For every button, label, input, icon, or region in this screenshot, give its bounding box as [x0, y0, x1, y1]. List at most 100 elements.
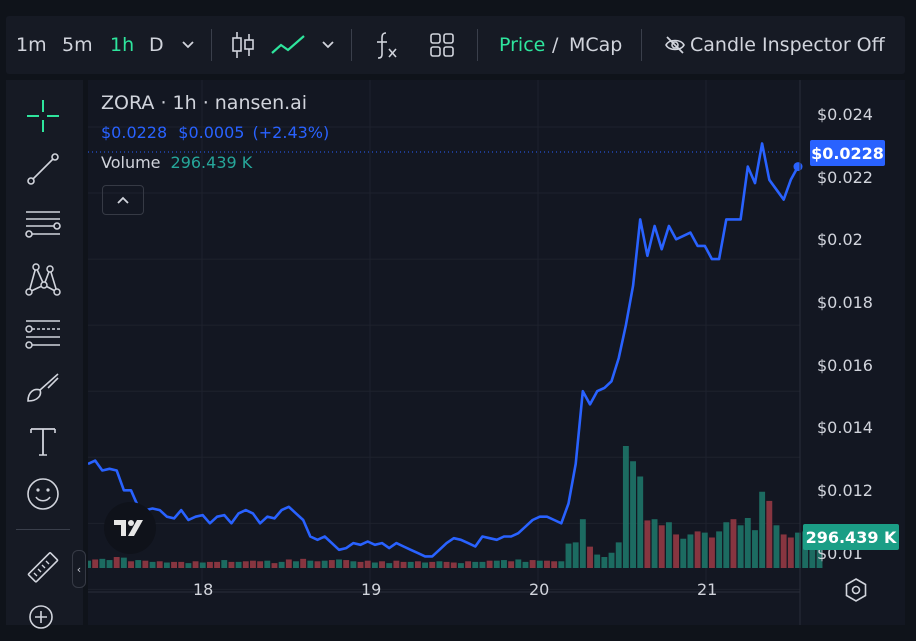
- legend-change: $0.0005: [178, 123, 245, 142]
- volume-bar: [88, 560, 91, 568]
- volume-bar: [780, 534, 787, 568]
- volume-bar: [701, 532, 708, 568]
- chart-toolbar: 1m 5m 1h D Price / MCap Candle Inspector…: [6, 16, 905, 74]
- volume-bar: [214, 561, 221, 568]
- volume-bar: [278, 561, 285, 568]
- hexagon-settings-icon: [845, 578, 867, 602]
- toolbar-divider: [16, 529, 70, 530]
- time-axis-settings-button[interactable]: [842, 576, 870, 604]
- volume-bar: [142, 560, 149, 568]
- line-chart-type-button[interactable]: [270, 16, 306, 74]
- volume-bar: [199, 562, 206, 568]
- volume-bar: [508, 561, 515, 568]
- tradingview-logo-icon: [114, 520, 143, 536]
- crosshair-tool[interactable]: [21, 94, 65, 138]
- volume-bar: [465, 561, 472, 568]
- ruler-icon: [27, 552, 59, 583]
- smiley-icon: [27, 478, 59, 510]
- chart-pane[interactable]: ZORA · 1h · nansen.ai $0.0228 $0.0005 (+…: [72, 80, 905, 625]
- volume-bar: [680, 538, 687, 568]
- volume-bar: [472, 561, 479, 568]
- volume-bar: [336, 559, 342, 568]
- volume-bar: [687, 534, 694, 568]
- horizontal-lines-tool[interactable]: [21, 201, 65, 245]
- volume-bar: [594, 554, 601, 568]
- volume-bar: [235, 561, 242, 568]
- volume-bar: [422, 562, 429, 568]
- volume-bar: [371, 562, 378, 568]
- price-axis-label: $0.018: [817, 293, 873, 312]
- chart-type-dropdown[interactable]: [320, 16, 336, 74]
- volume-bar: [759, 491, 766, 568]
- interval-5m[interactable]: 5m: [62, 16, 93, 74]
- volume-bar: [271, 563, 278, 568]
- volume-bar: [637, 476, 644, 568]
- zoom-in-tool[interactable]: [21, 597, 65, 641]
- chevron-down-icon: [322, 41, 334, 49]
- volume-bar: [766, 500, 773, 568]
- time-axis-label: 21: [697, 580, 718, 599]
- eye-off-icon: [665, 36, 685, 54]
- fib-retracement-tool[interactable]: [21, 310, 65, 354]
- volume-bar: [386, 563, 393, 568]
- text-tool[interactable]: [21, 419, 65, 463]
- volume-bar: [285, 559, 292, 568]
- chevron-down-icon: [182, 41, 194, 49]
- tradingview-logo[interactable]: [104, 502, 156, 554]
- interval-1h[interactable]: 1h: [110, 16, 134, 74]
- volume-bar: [501, 560, 507, 568]
- chevron-up-icon: [117, 196, 129, 204]
- volume-bar: [544, 560, 550, 568]
- volume-bar: [171, 561, 178, 568]
- brush-icon: [27, 373, 59, 402]
- interval-1m[interactable]: 1m: [16, 16, 47, 74]
- volume-bar: [558, 561, 565, 568]
- mcap-toggle[interactable]: MCap: [569, 16, 622, 74]
- volume-bar: [400, 561, 407, 568]
- volume-bar: [192, 561, 199, 568]
- price-axis-label: $0.012: [817, 481, 873, 500]
- volume-bar: [587, 546, 593, 568]
- candles-chart-type-button[interactable]: [230, 16, 256, 74]
- interval-d[interactable]: D: [149, 16, 164, 74]
- price-axis-label: $0.02: [817, 230, 863, 249]
- volume-bar: [579, 519, 586, 568]
- time-axis-label: 18: [193, 580, 214, 599]
- volume-bar: [716, 531, 723, 568]
- volume-bar: [551, 561, 558, 568]
- candle-inspector-label: Candle Inspector Off: [690, 34, 885, 56]
- legend-volume-value: 296.439 K: [170, 153, 253, 172]
- measure-tool[interactable]: [21, 546, 65, 590]
- volume-bar: [228, 561, 235, 568]
- volume-bar: [364, 560, 371, 568]
- volume-bar: [457, 563, 464, 568]
- layout-button[interactable]: [428, 16, 456, 74]
- volume-bar: [221, 560, 228, 568]
- time-axis-label: 20: [529, 580, 550, 599]
- volume-bar: [257, 561, 264, 568]
- legend-price: $0.0228: [101, 123, 168, 142]
- legend-change-pct: (+2.43%): [252, 123, 330, 142]
- volume-bar: [658, 525, 665, 568]
- indicators-button[interactable]: [372, 16, 400, 74]
- emoji-tool[interactable]: [21, 472, 65, 516]
- price-axis-label: $0.014: [817, 418, 873, 437]
- price-mcap-separator: /: [552, 34, 559, 56]
- candle-inspector-toggle[interactable]: Candle Inspector Off: [664, 16, 885, 74]
- legend-collapse-button[interactable]: [102, 185, 144, 215]
- pattern-tool[interactable]: [21, 256, 65, 300]
- volume-bar: [300, 558, 307, 568]
- interval-dropdown[interactable]: [180, 16, 196, 74]
- toolbar-collapse-handle[interactable]: ‹: [72, 550, 86, 588]
- legend-title: ZORA · 1h · nansen.ai: [101, 92, 308, 114]
- line-chart-icon: [271, 35, 305, 54]
- price-toggle[interactable]: Price: [499, 16, 545, 74]
- volume-bar: [99, 558, 106, 568]
- volume-bar: [393, 560, 400, 568]
- trend-line-tool[interactable]: [21, 147, 65, 191]
- brush-tool[interactable]: [21, 365, 65, 409]
- volume-bar: [429, 561, 436, 568]
- last-price-dot: [793, 162, 803, 172]
- volume-bar: [149, 561, 156, 568]
- volume-bar: [622, 446, 629, 568]
